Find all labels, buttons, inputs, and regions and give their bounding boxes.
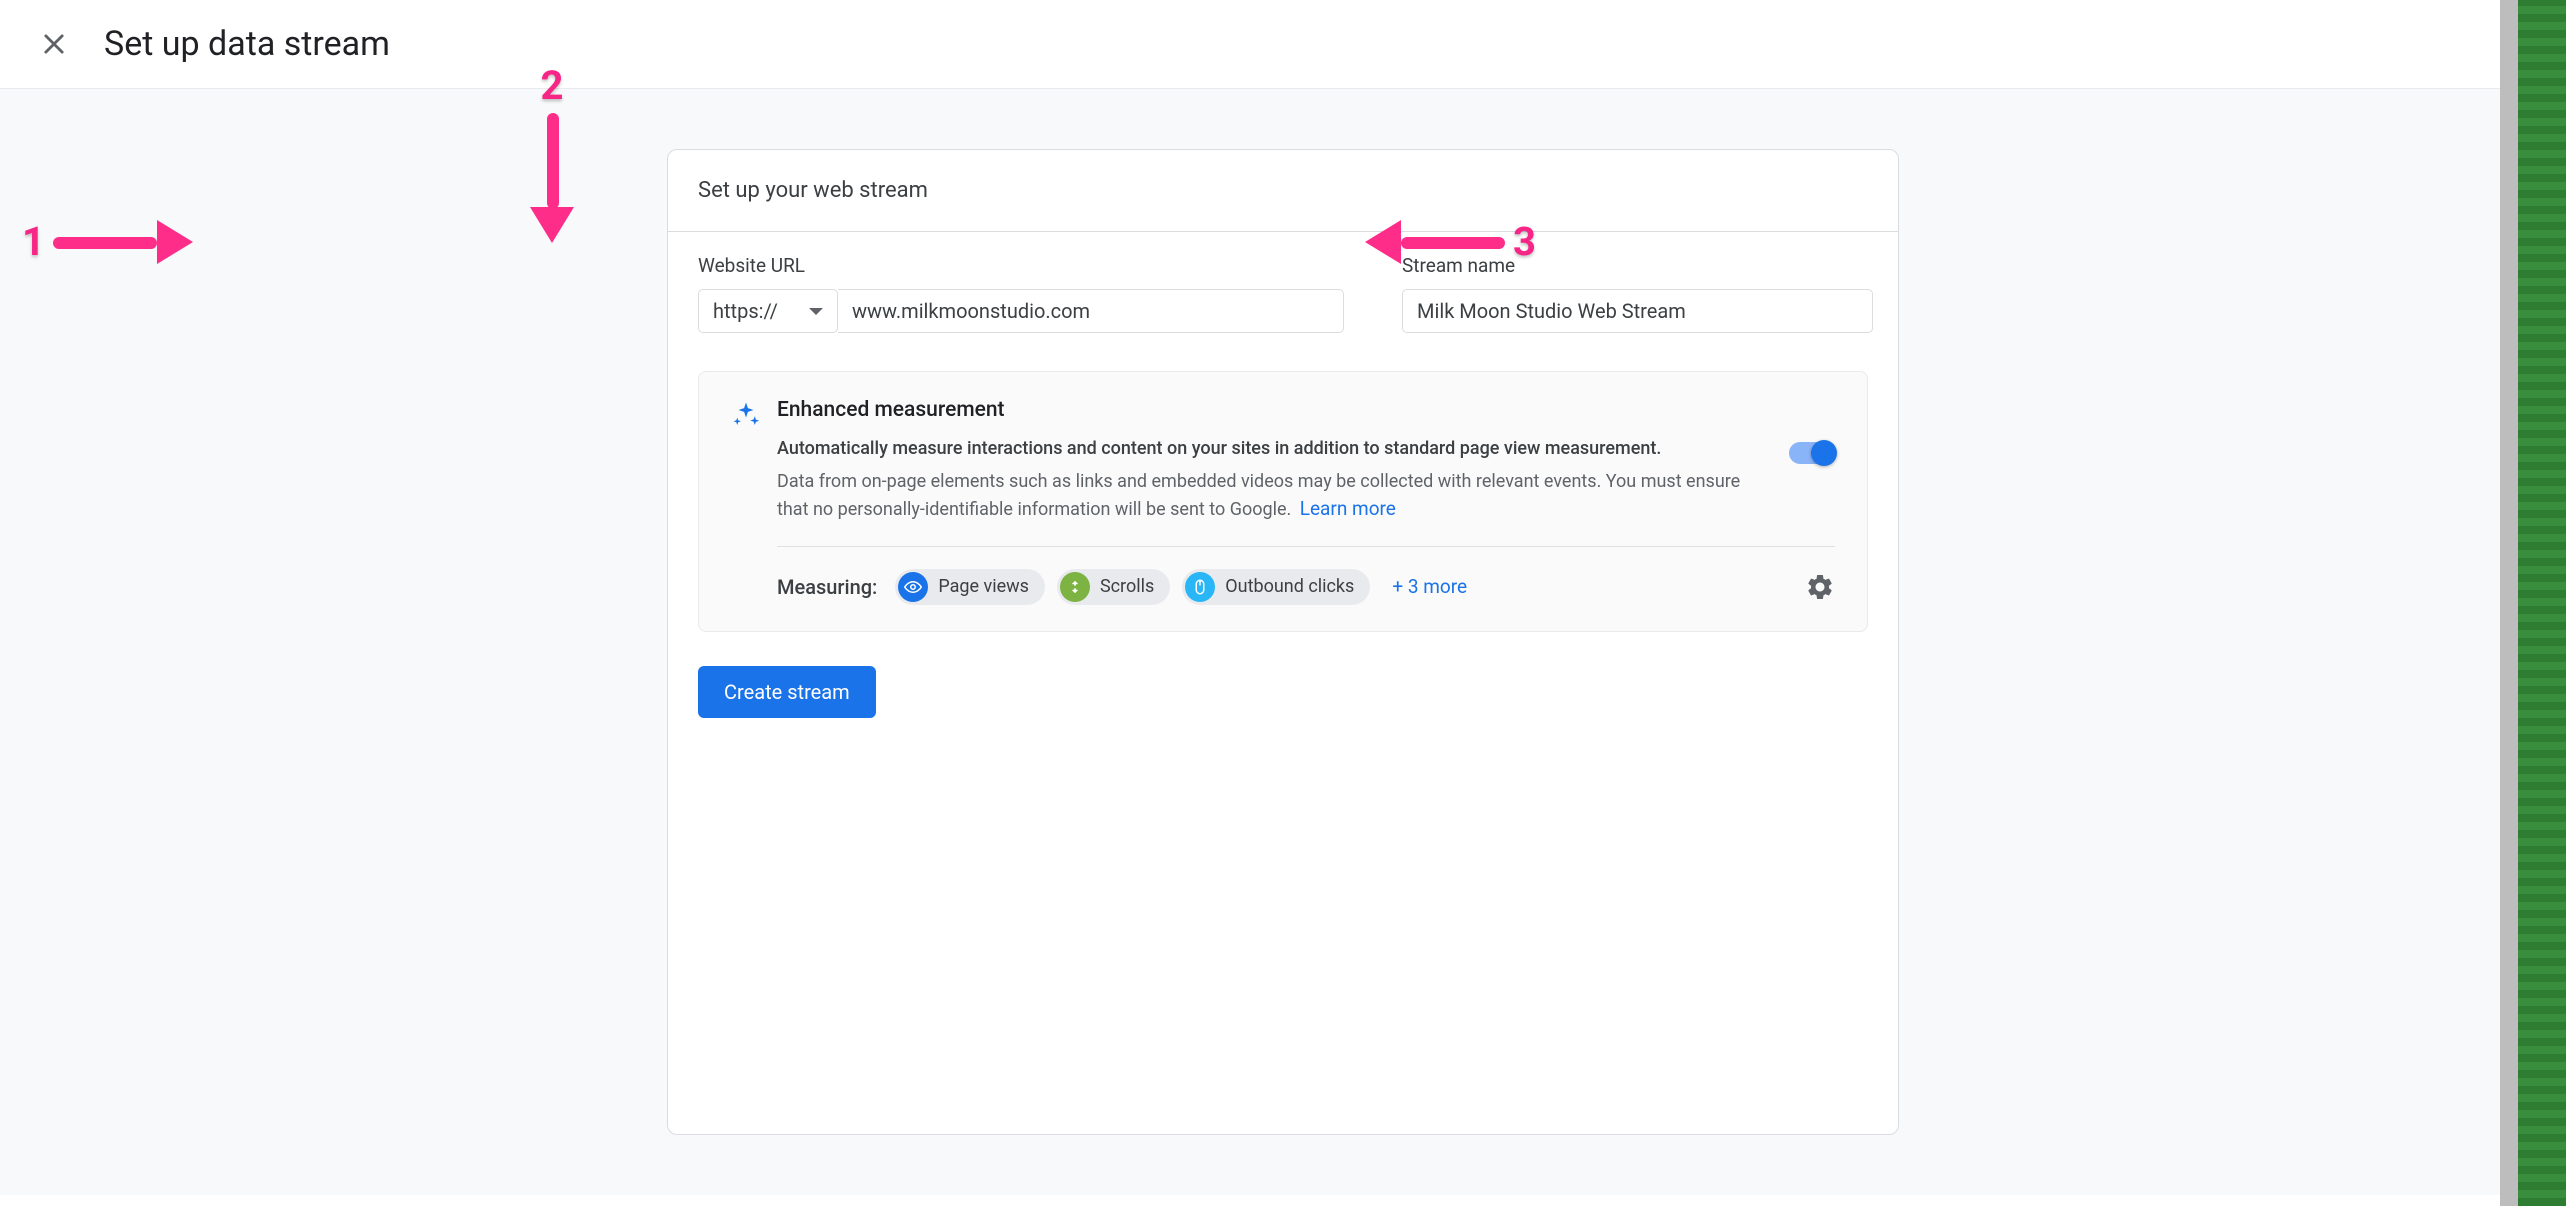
enhanced-description: Data from on-page elements such as links…	[777, 471, 1740, 520]
stream-name-label: Stream name	[1402, 254, 1873, 277]
website-url-label: Website URL	[698, 254, 1344, 277]
enhanced-toggle[interactable]	[1789, 442, 1835, 464]
measuring-label: Measuring:	[777, 575, 877, 599]
website-url-group: Website URL https://	[698, 254, 1344, 333]
scroll-icon	[1060, 572, 1090, 602]
close-icon[interactable]	[40, 30, 68, 58]
learn-more-link[interactable]: Learn more	[1300, 497, 1396, 520]
enhanced-subtitle-bold: Automatically measure interactions and c…	[777, 436, 1755, 462]
gear-icon[interactable]	[1805, 572, 1835, 602]
more-measurements-link[interactable]: + 3 more	[1392, 575, 1467, 598]
stream-name-group: Stream name	[1402, 254, 1873, 333]
chevron-down-icon	[809, 308, 823, 315]
enhanced-subtitle-text: Data from on-page elements such as links…	[777, 468, 1755, 524]
dialog-header: Set up data stream	[0, 0, 2566, 89]
mouse-icon	[1185, 572, 1215, 602]
website-url-input[interactable]	[838, 289, 1344, 333]
pill-page-views: Page views	[895, 569, 1045, 605]
form-row: Website URL https:// Stream name	[668, 232, 1898, 333]
page-title: Set up data stream	[104, 24, 390, 64]
sparkle-icon	[731, 398, 777, 524]
measuring-row: Measuring: Page views	[731, 569, 1835, 605]
pill-label: Outbound clicks	[1225, 576, 1354, 597]
setup-card: Set up your web stream Website URL https…	[667, 149, 1899, 1135]
pill-label: Page views	[938, 576, 1029, 597]
pill-scrolls: Scrolls	[1057, 569, 1170, 605]
window-edge-shadow	[2500, 0, 2518, 1206]
enhanced-measurement-panel: Enhanced measurement Automatically measu…	[698, 371, 1868, 632]
stream-name-input[interactable]	[1402, 289, 1873, 333]
protocol-value: https://	[713, 299, 778, 323]
protocol-dropdown[interactable]: https://	[698, 289, 838, 333]
url-input-container: https://	[698, 289, 1344, 333]
card-title: Set up your web stream	[668, 150, 1898, 232]
content-area: Set up your web stream Website URL https…	[0, 89, 2566, 1195]
toggle-knob	[1811, 440, 1837, 466]
pill-label: Scrolls	[1100, 576, 1154, 597]
window-edge-pattern	[2518, 0, 2566, 1206]
eye-icon	[898, 572, 928, 602]
pill-outbound-clicks: Outbound clicks	[1182, 569, 1370, 605]
create-stream-button[interactable]: Create stream	[698, 666, 876, 718]
divider	[777, 546, 1835, 547]
enhanced-title: Enhanced measurement	[777, 398, 1755, 422]
